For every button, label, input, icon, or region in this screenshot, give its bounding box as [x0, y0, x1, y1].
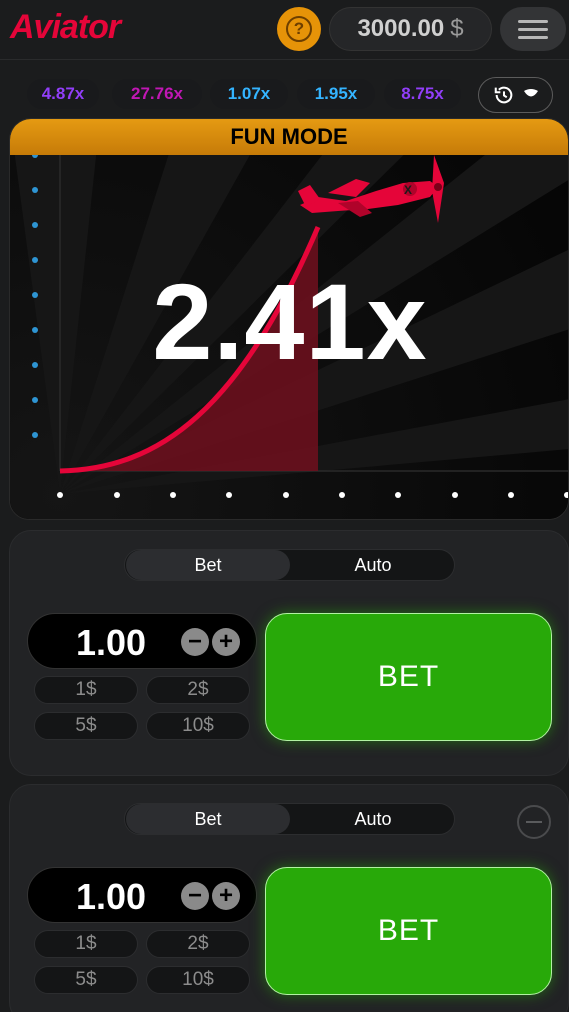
history-multiplier[interactable]: 1.07x: [210, 79, 288, 109]
fun-mode-banner: FUN MODE: [10, 119, 568, 155]
remove-panel-button[interactable]: [517, 805, 551, 839]
history-multiplier[interactable]: 4.87x: [27, 79, 99, 109]
question-icon: ?: [286, 16, 312, 42]
minus-button[interactable]: −: [181, 882, 209, 910]
bet-amount-value[interactable]: 1.00: [76, 876, 146, 918]
current-multiplier: 2.41x: [152, 261, 428, 382]
bet-button[interactable]: BET: [265, 867, 552, 995]
balance-display: 3000.00 $: [329, 7, 492, 51]
tab-auto[interactable]: Auto: [291, 550, 455, 580]
balance-amount: 3000.00: [357, 15, 445, 42]
hamburger-icon: [518, 19, 548, 23]
quick-amount-button[interactable]: 5$: [34, 712, 138, 740]
plus-button[interactable]: +: [212, 628, 240, 656]
svg-text:X: X: [404, 183, 412, 197]
help-button[interactable]: ?: [277, 7, 321, 51]
minus-button[interactable]: −: [181, 628, 209, 656]
bet-amount-value[interactable]: 1.00: [76, 622, 146, 664]
aviator-logo: Aviator: [10, 8, 121, 46]
quick-amount-button[interactable]: 5$: [34, 966, 138, 994]
balance-currency: $: [450, 15, 464, 42]
menu-button[interactable]: [500, 7, 566, 51]
quick-amount-button[interactable]: 10$: [146, 712, 250, 740]
bet-panel-2: Bet Auto 1.00 − + 1$ 2$ 5$ 10$ BET: [9, 784, 569, 1012]
tab-auto[interactable]: Auto: [291, 804, 455, 834]
chevron-down-icon: [523, 89, 538, 97]
history-clock-icon: [494, 86, 512, 104]
quick-amount-button[interactable]: 2$: [146, 930, 250, 958]
bet-button[interactable]: BET: [265, 613, 552, 741]
history-toggle-button[interactable]: [478, 77, 553, 113]
quick-amount-button[interactable]: 2$: [146, 676, 250, 704]
game-canvas: FUN MODE X 2.41x: [9, 118, 569, 520]
history-multiplier[interactable]: 1.95x: [297, 79, 375, 109]
history-multiplier[interactable]: 27.76x: [112, 79, 202, 109]
multiplier-history: 4.87x 27.76x 1.07x 1.95x 8.75x: [0, 72, 569, 116]
app-header: Aviator ? 3000.00 $: [0, 0, 569, 60]
quick-amount-button[interactable]: 1$: [34, 930, 138, 958]
bet-panel-1: Bet Auto 1.00 − + 1$ 2$ 5$ 10$ BET: [9, 530, 569, 776]
quick-amount-button[interactable]: 10$: [146, 966, 250, 994]
minus-icon: [526, 821, 542, 823]
bet-amount-field[interactable]: 1.00 − +: [27, 867, 257, 923]
history-multiplier[interactable]: 8.75x: [384, 79, 461, 109]
tab-bet[interactable]: Bet: [126, 550, 290, 580]
quick-amount-button[interactable]: 1$: [34, 676, 138, 704]
bet-amount-field[interactable]: 1.00 − +: [27, 613, 257, 669]
bet-mode-switch: Bet Auto: [124, 803, 455, 835]
bet-mode-switch: Bet Auto: [124, 549, 455, 581]
tab-bet[interactable]: Bet: [126, 804, 290, 834]
plus-button[interactable]: +: [212, 882, 240, 910]
